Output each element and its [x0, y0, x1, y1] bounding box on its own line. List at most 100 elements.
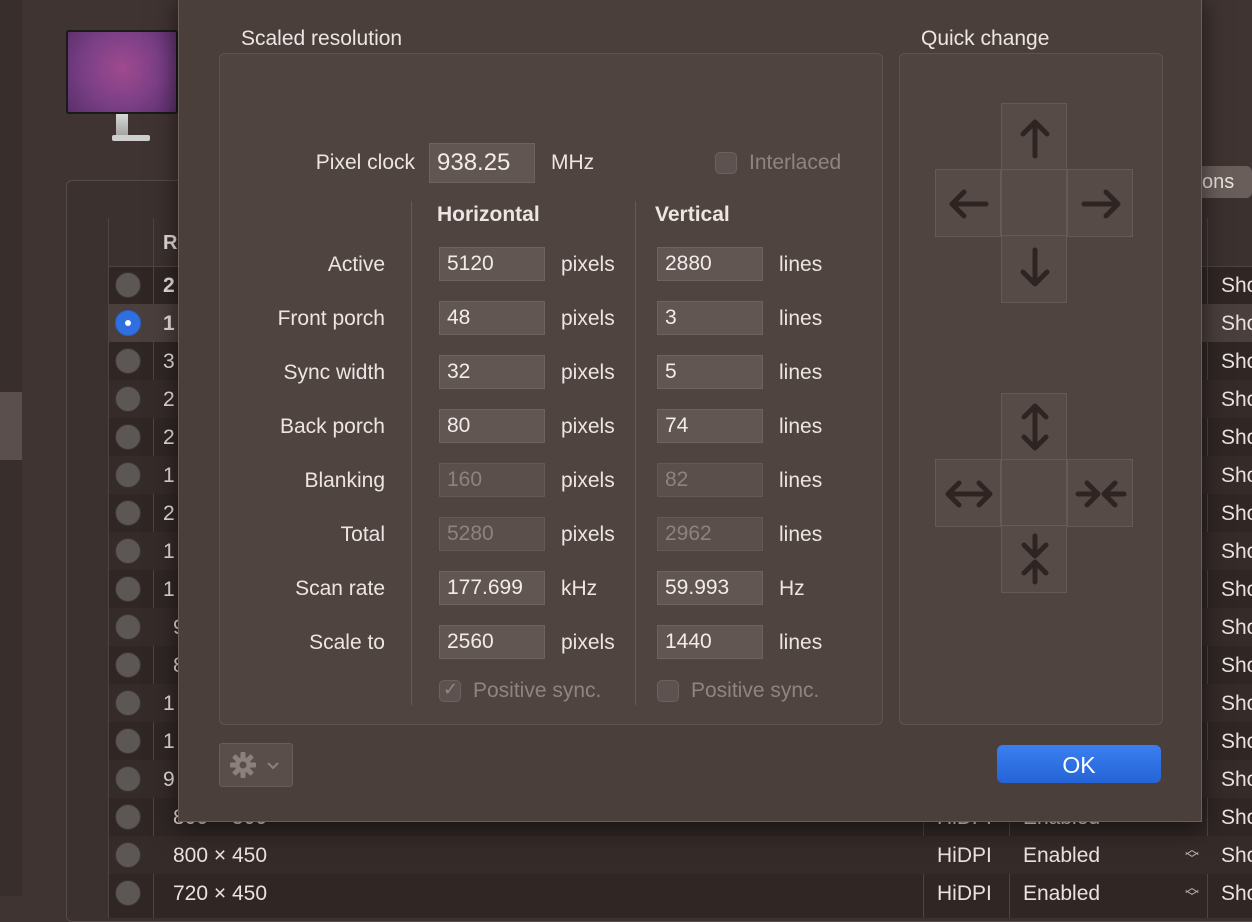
gear-icon — [230, 752, 256, 778]
table-row[interactable]: 720 × 450 HiDPI Enabled ︿﹀ Sho — [109, 874, 1252, 912]
move-left-button[interactable] — [935, 169, 1001, 237]
row-resolution-label: 1 — [163, 540, 175, 563]
row-show-label: Sho — [1221, 692, 1252, 715]
sync-width-vertical-input[interactable] — [657, 355, 763, 389]
row-status-select[interactable]: Enabled — [1023, 882, 1100, 906]
row-radio-button[interactable] — [115, 728, 141, 754]
horizontal-positive-sync-label: Positive sync. — [473, 679, 602, 702]
expand-vertical-icon — [1021, 403, 1049, 451]
ok-button[interactable]: OK — [997, 745, 1161, 783]
row-radio-button[interactable] — [115, 348, 141, 374]
row-show-label: Sho — [1221, 616, 1252, 639]
scale-to-vertical-unit: lines — [779, 631, 823, 654]
row-resolution-label: 800 × 450 — [173, 844, 268, 867]
active-vertical-unit: lines — [779, 253, 823, 276]
row-radio-button[interactable] — [115, 500, 141, 526]
row-hidpi-label: HiDPI — [937, 882, 992, 905]
row-show-label: Sho — [1221, 768, 1252, 791]
scan-rate-vertical-input[interactable] — [657, 571, 763, 605]
row-radio-button[interactable] — [115, 424, 141, 450]
row-status-select[interactable]: Enabled — [1023, 844, 1100, 868]
row-radio-button[interactable] — [115, 842, 141, 868]
scan-rate-horizontal-unit: kHz — [561, 577, 598, 600]
total-horizontal-input — [439, 517, 545, 551]
scaled-resolution-title: Scaled resolution — [241, 27, 403, 50]
expand-horizontal-button[interactable] — [935, 459, 1001, 527]
row-show-label: Sho — [1221, 540, 1252, 563]
horizontal-positive-sync-checkbox[interactable] — [439, 679, 461, 702]
back-porch-vertical-unit: lines — [779, 415, 823, 438]
row-resolution-label: 9 — [163, 768, 175, 791]
scale-to-vertical-input[interactable] — [657, 625, 763, 659]
separator — [411, 201, 412, 705]
row-resolution-label: 1 — [163, 312, 175, 335]
shrink-horizontal-button[interactable] — [1067, 459, 1133, 527]
row-radio-button[interactable] — [115, 652, 141, 678]
row-resolution-label: 1 — [163, 730, 175, 753]
row-radio-button[interactable] — [115, 386, 141, 412]
expand-horizontal-icon — [945, 480, 993, 508]
options-button-label: ons — [1202, 171, 1235, 193]
row-resolution-label: 720 × 450 — [173, 882, 268, 905]
front-porch-horizontal-unit: pixels — [561, 307, 615, 330]
front-porch-horizontal-input[interactable] — [439, 301, 545, 335]
chevron-down-icon — [267, 762, 279, 770]
blanking-horizontal-unit: pixels — [561, 469, 615, 492]
quick-change-title: Quick change — [921, 27, 1050, 50]
separator — [635, 201, 636, 705]
row-hidpi-label: HiDPI — [937, 844, 992, 867]
row-show-label: Sho — [1221, 806, 1252, 829]
table-row[interactable]: 800 × 450 HiDPI Enabled ︿﹀ Sho — [109, 836, 1252, 874]
row-radio-button[interactable] — [115, 690, 141, 716]
total-vertical-input — [657, 517, 763, 551]
sync-width-label: Sync width — [283, 361, 385, 384]
row-radio-button[interactable] — [115, 310, 141, 336]
blanking-label: Blanking — [304, 469, 385, 492]
row-show-label: Sho — [1221, 274, 1252, 297]
row-radio-button[interactable] — [115, 538, 141, 564]
front-porch-vertical-unit: lines — [779, 307, 823, 330]
pixel-clock-label: Pixel clock — [315, 151, 415, 174]
column-resolution-header[interactable]: R — [163, 232, 177, 255]
row-radio-button[interactable] — [115, 880, 141, 906]
active-horizontal-input[interactable] — [439, 247, 545, 281]
row-show-label: Sho — [1221, 882, 1252, 905]
scan-rate-label: Scan rate — [295, 577, 385, 600]
sync-width-horizontal-input[interactable] — [439, 355, 545, 389]
row-radio-button[interactable] — [115, 614, 141, 640]
scan-rate-horizontal-input[interactable] — [439, 571, 545, 605]
shrink-vertical-button[interactable] — [1001, 525, 1067, 593]
row-show-label: Sho — [1221, 388, 1252, 411]
pixel-clock-input[interactable] — [429, 143, 535, 183]
move-down-button[interactable] — [1001, 235, 1067, 303]
front-porch-vertical-input[interactable] — [657, 301, 763, 335]
row-resolution-label: 2 — [163, 426, 175, 449]
row-radio-button[interactable] — [115, 766, 141, 792]
shrink-vertical-icon — [1021, 533, 1049, 585]
row-resolution-label: 2 — [163, 502, 175, 525]
shrink-horizontal-icon — [1075, 480, 1127, 508]
scale-to-label: Scale to — [309, 631, 385, 654]
back-porch-vertical-input[interactable] — [657, 409, 763, 443]
vertical-positive-sync-checkbox[interactable] — [657, 680, 679, 702]
action-menu-button[interactable] — [219, 743, 293, 787]
move-right-button[interactable] — [1067, 169, 1133, 237]
move-up-button[interactable] — [1001, 103, 1067, 171]
row-show-label: Sho — [1221, 654, 1252, 677]
scale-to-horizontal-input[interactable] — [439, 625, 545, 659]
expand-vertical-button[interactable] — [1001, 393, 1067, 461]
row-radio-button[interactable] — [115, 462, 141, 488]
center-cell — [1001, 169, 1067, 237]
interlaced-checkbox[interactable] — [715, 152, 737, 174]
row-radio-button[interactable] — [115, 804, 141, 830]
back-porch-horizontal-input[interactable] — [439, 409, 545, 443]
back-porch-horizontal-unit: pixels — [561, 415, 615, 438]
arrow-right-icon — [1081, 189, 1121, 219]
row-resolution-label: 1 — [163, 464, 175, 487]
horizontal-header: Horizontal — [437, 203, 540, 226]
row-radio-button[interactable] — [115, 272, 141, 298]
scan-rate-vertical-unit: Hz — [779, 577, 805, 600]
row-radio-button[interactable] — [115, 576, 141, 602]
active-vertical-input[interactable] — [657, 247, 763, 281]
vertical-header: Vertical — [655, 203, 730, 226]
